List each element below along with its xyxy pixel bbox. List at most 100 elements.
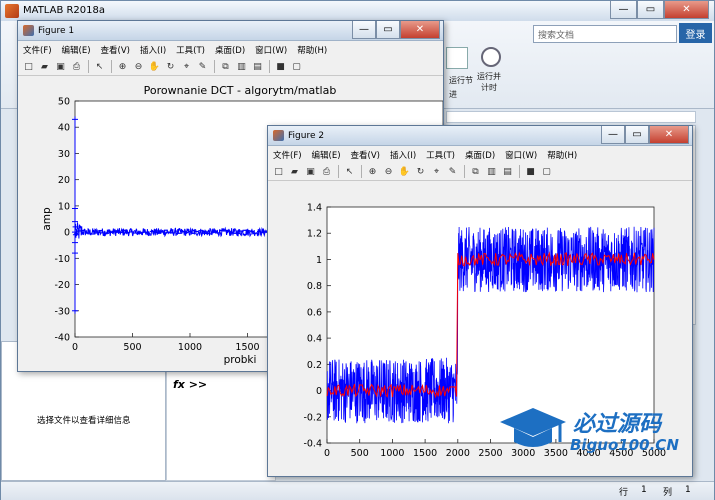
matlab-logo-icon [5,4,19,18]
menu-edit[interactable]: 编辑(E) [57,44,96,56]
menu-tools[interactable]: 工具(T) [171,44,210,56]
link-plot-icon[interactable]: ⧉ [469,165,482,178]
command-window[interactable]: fx >> [166,371,276,481]
y-tick-label: -0.4 [303,439,322,450]
y-tick-label: 10 [58,201,70,212]
rotate-icon[interactable]: ↻ [164,60,177,73]
close-icon[interactable]: ✕ [664,1,709,19]
toolbar-separator [361,165,362,178]
pointer-icon[interactable]: ↖ [343,165,356,178]
show-plot-tools-icon[interactable]: ▢ [540,165,553,178]
zoom-in-icon[interactable]: ⊕ [366,165,379,178]
print-icon[interactable]: ⎙ [70,60,83,73]
new-figure-icon[interactable]: □ [272,165,285,178]
watermark-logo: 必过源码 Biguo100.CN [498,402,698,462]
y-tick-label: -20 [54,280,70,291]
maximize-icon[interactable]: ▭ [376,21,400,39]
zoom-out-icon[interactable]: ⊖ [132,60,145,73]
y-tick-label: -30 [54,306,70,317]
figure1-toolbar: □ ▰ ▣ ⎙ ↖ ⊕ ⊖ ✋ ↻ ⌖ ✎ ⧉ ▥ ▤ ■ ▢ [18,58,443,76]
y-tick-label: 0.6 [307,307,322,318]
y-tick-label: 1.2 [307,229,322,240]
figure1-window-controls: — ▭ ✕ [352,21,440,39]
zoom-out-icon[interactable]: ⊖ [382,165,395,178]
menu-insert[interactable]: 插入(I) [135,44,171,56]
menu-file[interactable]: 文件(F) [18,44,57,56]
close-icon[interactable]: ✕ [400,21,440,39]
link-plot-icon[interactable]: ⧉ [219,60,232,73]
zoom-in-icon[interactable]: ⊕ [116,60,129,73]
legend-icon[interactable]: ▤ [251,60,264,73]
menu-window[interactable]: 窗口(W) [250,44,292,56]
toolbar-separator [464,165,465,178]
y-tick-label: -0.2 [303,412,322,423]
colorbar-icon[interactable]: ▥ [485,165,498,178]
maximize-icon[interactable]: ▭ [637,1,664,19]
x-tick-label: 1500 [413,448,437,459]
print-icon[interactable]: ⎙ [320,165,333,178]
ribbon-run-section-label[interactable]: 运行节 [449,75,473,86]
y-tick-label: 50 [58,97,70,108]
run-section-icon[interactable] [446,47,468,69]
new-figure-icon[interactable]: □ [22,60,35,73]
rotate-icon[interactable]: ↻ [414,165,427,178]
brush-icon[interactable]: ✎ [196,60,209,73]
address-bar[interactable] [446,111,696,123]
watermark-line1: 必过源码 [573,412,662,437]
colorbar-icon[interactable]: ▥ [235,60,248,73]
pan-icon[interactable]: ✋ [148,60,161,73]
menu-window[interactable]: 窗口(W) [500,149,542,161]
minimize-icon[interactable]: — [610,1,637,19]
search-documentation-input[interactable]: 搜索文档 [533,25,677,43]
hide-plot-tools-icon[interactable]: ■ [274,60,287,73]
save-icon[interactable]: ▣ [304,165,317,178]
status-col-value: 1 [685,485,691,495]
menu-insert[interactable]: 插入(I) [385,149,421,161]
menu-help[interactable]: 帮助(H) [292,44,332,56]
minimize-icon[interactable]: — [601,126,625,144]
y-tick-label: -40 [54,333,70,344]
menu-file[interactable]: 文件(F) [268,149,307,161]
y-tick-label: 0.2 [307,360,322,371]
data-cursor-icon[interactable]: ⌖ [180,60,193,73]
save-icon[interactable]: ▣ [54,60,67,73]
pointer-icon[interactable]: ↖ [93,60,106,73]
legend-icon[interactable]: ▤ [501,165,514,178]
open-file-icon[interactable]: ▰ [288,165,301,178]
figure2-window-controls: — ▭ ✕ [601,126,689,144]
pan-icon[interactable]: ✋ [398,165,411,178]
brush-icon[interactable]: ✎ [446,165,459,178]
toolbar-separator [519,165,520,178]
minimize-icon[interactable]: — [352,21,376,39]
data-cursor-icon[interactable]: ⌖ [430,165,443,178]
x-tick-label: 0 [72,342,78,353]
maximize-icon[interactable]: ▭ [625,126,649,144]
ribbon-run-and-time-label[interactable]: 运行并 计时 [477,71,501,93]
figure1-title-bar: Figure 1 — ▭ ✕ [18,21,443,41]
y-tick-label: 30 [58,149,70,160]
close-icon[interactable]: ✕ [649,126,689,144]
x-tick-label: 1000 [380,448,404,459]
figure1-title: Figure 1 [38,26,75,36]
toolbar-separator [338,165,339,178]
show-plot-tools-icon[interactable]: ▢ [290,60,303,73]
menu-help[interactable]: 帮助(H) [542,149,582,161]
y-tick-label: 0 [64,228,70,239]
figure1-menu-bar: 文件(F) 编辑(E) 查看(V) 插入(I) 工具(T) 桌面(D) 窗口(W… [18,42,443,58]
open-file-icon[interactable]: ▰ [38,60,51,73]
menu-desktop[interactable]: 桌面(D) [460,149,500,161]
menu-desktop[interactable]: 桌面(D) [210,44,250,56]
main-window-title: MATLAB R2018a [23,5,106,16]
menu-tools[interactable]: 工具(T) [421,149,460,161]
figure1-xlabel: probki [224,354,257,366]
menu-view[interactable]: 查看(V) [96,44,135,56]
login-button[interactable]: 登录 [679,23,712,43]
figure-icon [23,25,34,36]
y-tick-label: 1 [316,255,322,266]
menu-edit[interactable]: 编辑(E) [307,149,346,161]
menu-view[interactable]: 查看(V) [346,149,385,161]
hide-plot-tools-icon[interactable]: ■ [524,165,537,178]
ribbon-advance-label[interactable]: 进 [449,89,457,100]
run-and-time-icon[interactable] [481,47,501,67]
toolbar-separator [214,60,215,73]
